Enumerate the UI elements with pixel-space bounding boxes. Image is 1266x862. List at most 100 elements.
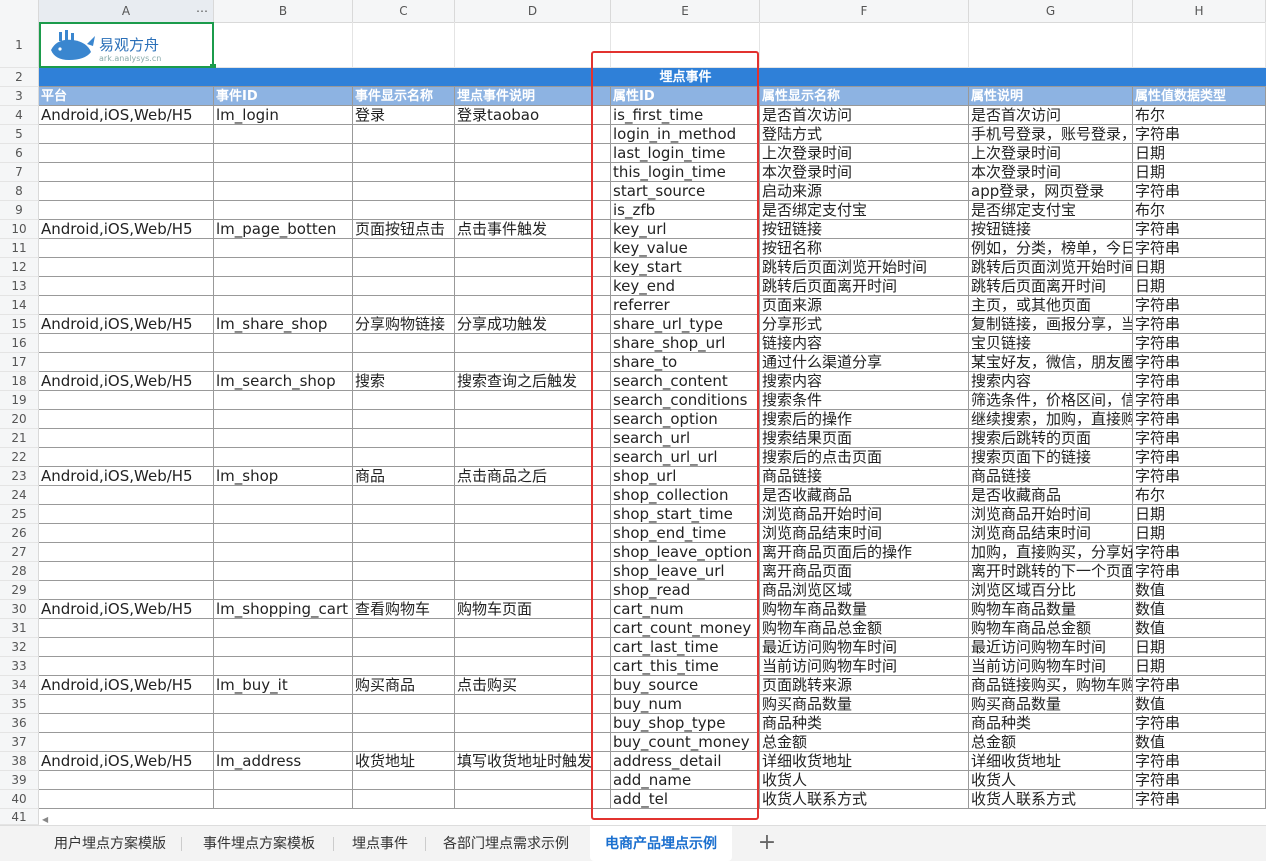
cell-c[interactable] bbox=[353, 790, 455, 809]
row-header[interactable]: 14 bbox=[0, 296, 39, 315]
cell-h[interactable]: 日期 bbox=[1133, 505, 1266, 524]
cell-f[interactable]: 详细收货地址 bbox=[760, 752, 969, 771]
cell-h[interactable]: 字符串 bbox=[1133, 182, 1266, 201]
cell-d[interactable] bbox=[455, 543, 611, 562]
cell-a[interactable] bbox=[39, 733, 214, 752]
cell-f[interactable]: 商品链接 bbox=[760, 467, 969, 486]
cell-f[interactable]: 是否绑定支付宝 bbox=[760, 201, 969, 220]
cell-c[interactable] bbox=[353, 125, 455, 144]
more-icon[interactable]: ⋯ bbox=[196, 0, 209, 22]
cell-b[interactable] bbox=[214, 581, 353, 600]
cell-h[interactable]: 字符串 bbox=[1133, 714, 1266, 733]
cell-g[interactable]: 购物车商品数量 bbox=[969, 600, 1133, 619]
cell-g[interactable]: 跳转后页面浏览开始时间 bbox=[969, 258, 1133, 277]
cell-a[interactable] bbox=[39, 505, 214, 524]
cell-a[interactable] bbox=[39, 524, 214, 543]
column-title-g[interactable]: 属性说明 bbox=[969, 87, 1133, 106]
cell-c[interactable]: 登录 bbox=[353, 106, 455, 125]
cell-e[interactable]: buy_num bbox=[611, 695, 760, 714]
cell-b[interactable] bbox=[214, 505, 353, 524]
cell-b[interactable] bbox=[214, 695, 353, 714]
cell-f[interactable]: 搜索后的点击页面 bbox=[760, 448, 969, 467]
cell-e[interactable]: start_source bbox=[611, 182, 760, 201]
cell-h[interactable]: 字符串 bbox=[1133, 353, 1266, 372]
cell-a[interactable] bbox=[39, 144, 214, 163]
column-title-b[interactable]: 事件ID bbox=[214, 87, 353, 106]
cell-h[interactable]: 字符串 bbox=[1133, 562, 1266, 581]
sheet-tab[interactable]: 用户埋点方案模版 bbox=[40, 826, 180, 861]
cell-b[interactable] bbox=[214, 296, 353, 315]
cell-b[interactable]: lm_buy_it bbox=[214, 676, 353, 695]
cell-g[interactable]: 浏览商品结束时间 bbox=[969, 524, 1133, 543]
cell-g[interactable]: 浏览区域百分比 bbox=[969, 581, 1133, 600]
cell-a[interactable] bbox=[39, 410, 214, 429]
cell-h[interactable]: 字符串 bbox=[1133, 334, 1266, 353]
cell-a[interactable] bbox=[39, 239, 214, 258]
cell-d[interactable] bbox=[455, 258, 611, 277]
row-header[interactable]: 24 bbox=[0, 486, 39, 505]
column-title-f[interactable]: 属性显示名称 bbox=[760, 87, 969, 106]
cell[interactable] bbox=[214, 22, 353, 68]
cell-c[interactable] bbox=[353, 353, 455, 372]
cell-c[interactable]: 分享购物链接 bbox=[353, 315, 455, 334]
cell-h[interactable]: 字符串 bbox=[1133, 467, 1266, 486]
cell-h[interactable]: 布尔 bbox=[1133, 486, 1266, 505]
cell-h[interactable]: 数值 bbox=[1133, 600, 1266, 619]
cell-e[interactable]: cart_this_time bbox=[611, 657, 760, 676]
row-header[interactable]: 35 bbox=[0, 695, 39, 714]
cell-e[interactable]: buy_shop_type bbox=[611, 714, 760, 733]
cell[interactable] bbox=[455, 22, 611, 68]
cell-f[interactable]: 跳转后页面浏览开始时间 bbox=[760, 258, 969, 277]
cell-d[interactable] bbox=[455, 581, 611, 600]
cell-e[interactable]: add_tel bbox=[611, 790, 760, 809]
cell-d[interactable] bbox=[455, 410, 611, 429]
row-header[interactable]: 26 bbox=[0, 524, 39, 543]
cell-g[interactable]: 离开时跳转的下一个页面 bbox=[969, 562, 1133, 581]
cell-d[interactable]: 填写收货地址时触发 bbox=[455, 752, 611, 771]
sheet-tab[interactable]: 各部门埋点需求示例 bbox=[428, 826, 584, 861]
cell-c[interactable] bbox=[353, 429, 455, 448]
cell-g[interactable]: 本次登录时间 bbox=[969, 163, 1133, 182]
cell-e[interactable]: add_name bbox=[611, 771, 760, 790]
cell-a[interactable] bbox=[39, 296, 214, 315]
cell-c[interactable] bbox=[353, 201, 455, 220]
row-header[interactable]: 4 bbox=[0, 106, 39, 125]
row-header[interactable]: 10 bbox=[0, 220, 39, 239]
cell-a[interactable]: Android,iOS,Web/H5 bbox=[39, 220, 214, 239]
cell-h[interactable]: 日期 bbox=[1133, 144, 1266, 163]
cell-a[interactable] bbox=[39, 182, 214, 201]
cell-f[interactable]: 浏览商品结束时间 bbox=[760, 524, 969, 543]
cell-c[interactable] bbox=[353, 562, 455, 581]
cell-e[interactable]: this_login_time bbox=[611, 163, 760, 182]
cell-b[interactable] bbox=[214, 163, 353, 182]
cell-a[interactable] bbox=[39, 771, 214, 790]
cell-f[interactable]: 最近访问购物车时间 bbox=[760, 638, 969, 657]
cell-a[interactable]: Android,iOS,Web/H5 bbox=[39, 676, 214, 695]
cell-e[interactable]: share_url_type bbox=[611, 315, 760, 334]
cell-c[interactable]: 搜索 bbox=[353, 372, 455, 391]
cell-c[interactable] bbox=[353, 733, 455, 752]
cell-d[interactable] bbox=[455, 562, 611, 581]
cell-c[interactable] bbox=[353, 581, 455, 600]
cell-a[interactable] bbox=[39, 619, 214, 638]
cell-c[interactable] bbox=[353, 714, 455, 733]
cell-g[interactable]: 搜索后跳转的页面 bbox=[969, 429, 1133, 448]
cell-g[interactable]: 复制链接，画报分享，当 bbox=[969, 315, 1133, 334]
cell-g[interactable]: 加购，直接购买，分享好 bbox=[969, 543, 1133, 562]
row-header[interactable]: 22 bbox=[0, 448, 39, 467]
cell-d[interactable]: 购物车页面 bbox=[455, 600, 611, 619]
cell-c[interactable]: 购买商品 bbox=[353, 676, 455, 695]
cell-f[interactable]: 收货人 bbox=[760, 771, 969, 790]
cell-e[interactable]: buy_source bbox=[611, 676, 760, 695]
cell-f[interactable]: 是否首次访问 bbox=[760, 106, 969, 125]
cell-a[interactable] bbox=[39, 334, 214, 353]
cell-c[interactable] bbox=[353, 334, 455, 353]
cell-e[interactable]: shop_leave_url bbox=[611, 562, 760, 581]
cell-c[interactable] bbox=[353, 296, 455, 315]
cell-h[interactable]: 布尔 bbox=[1133, 106, 1266, 125]
cell-b[interactable] bbox=[214, 239, 353, 258]
cell-f[interactable]: 购买商品数量 bbox=[760, 695, 969, 714]
cell-f[interactable]: 页面来源 bbox=[760, 296, 969, 315]
cell-f[interactable]: 启动来源 bbox=[760, 182, 969, 201]
cell-h[interactable]: 字符串 bbox=[1133, 220, 1266, 239]
